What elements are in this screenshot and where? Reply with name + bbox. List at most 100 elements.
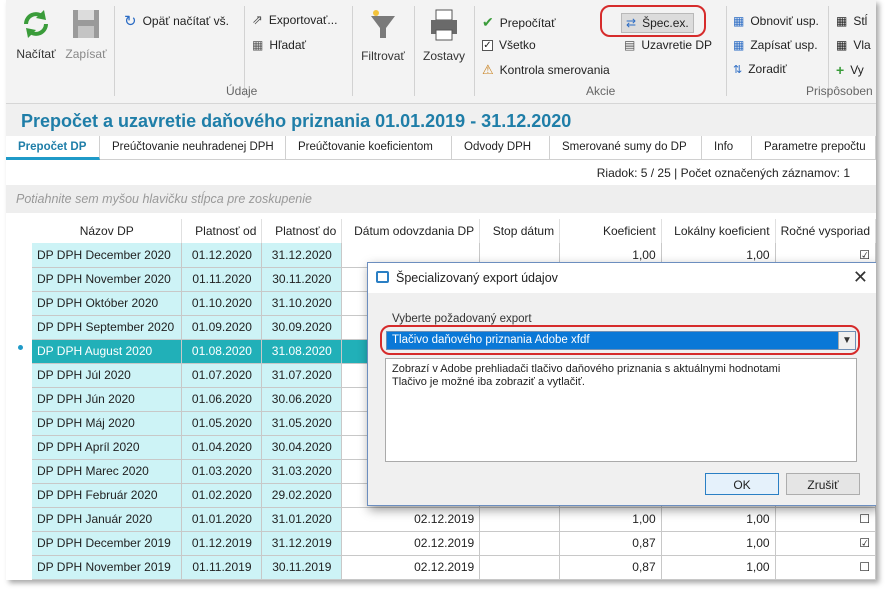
cell-name: DP DPH Júl 2020: [32, 363, 183, 388]
cell-submitted: 02.12.2019: [341, 507, 481, 532]
properties-button[interactable]: ▦ Vla: [836, 38, 871, 52]
cell-from: 01.06.2020: [181, 387, 263, 412]
separator: [244, 6, 245, 96]
tab-bar: Prepočet DP Preúčtovanie neuhradenej DPH…: [6, 136, 876, 160]
group-customize-label: Prispôsoben: [806, 84, 873, 98]
table-row[interactable]: DP DPH December 2019 01.12.2019 31.12.2019…: [32, 531, 876, 556]
load-button[interactable]: Načítať: [12, 8, 60, 61]
col-header-stop[interactable]: Stop dátum: [479, 219, 561, 243]
search-label: Hľadať: [269, 38, 307, 52]
cell-annual[interactable]: ☐: [775, 507, 876, 532]
checkbox-icon: ✓: [482, 39, 493, 51]
close-dp-label: Uzavretie DP: [641, 38, 713, 52]
cell-annual[interactable]: ☑: [775, 531, 876, 556]
layout-save-icon: ▦: [733, 38, 745, 52]
refresh-layout-label: Obnoviť usp.: [750, 14, 819, 28]
col-header-from[interactable]: Platnosť od: [181, 219, 263, 243]
table-row[interactable]: DP DPH November 2019 01.11.2019 30.11.2019…: [32, 555, 876, 580]
separator: [474, 6, 475, 96]
tab-parametre[interactable]: Parametre prepočtu: [752, 136, 876, 160]
reload-all-label: Opäť načítať vš.: [142, 14, 229, 28]
cell-to: 31.12.2020: [261, 243, 343, 268]
close-dp-button[interactable]: ▤ Uzavretie DP: [624, 38, 712, 52]
dialog-titlebar: Špecializovaný export údajov ✕: [368, 263, 876, 293]
cell-from: 01.04.2020: [181, 435, 263, 460]
add-button[interactable]: + Vy: [836, 62, 864, 78]
load-label: Načítať: [16, 47, 56, 61]
cell-from: 01.12.2020: [181, 243, 263, 268]
cell-name: DP DPH Máj 2020: [32, 411, 183, 436]
properties-icon: ▦: [836, 38, 848, 52]
tab-info[interactable]: Info: [702, 136, 752, 160]
col-header-name[interactable]: Názov DP: [32, 219, 183, 243]
col-header-annual[interactable]: Ročné vysporiad: [775, 219, 876, 243]
save-button[interactable]: Zapísať: [64, 8, 108, 61]
tab-odvody-dph[interactable]: Odvody DPH: [452, 136, 550, 160]
cell-name: DP DPH August 2020: [32, 339, 183, 364]
filter-icon: [371, 10, 395, 38]
refresh-layout-button[interactable]: ▦ Obnoviť usp.: [733, 14, 819, 28]
cell-annual[interactable]: ☐: [775, 555, 876, 580]
separator: [726, 6, 727, 96]
cell-name: DP DPH Október 2020: [32, 291, 183, 316]
write-layout-button[interactable]: ▦ Zapísať usp.: [733, 38, 818, 52]
cell-from: 01.08.2020: [181, 339, 263, 364]
cell-from: 01.10.2020: [181, 291, 263, 316]
cell-name: DP DPH September 2020: [32, 315, 183, 340]
cell-stop: [479, 555, 561, 580]
cell-name: DP DPH Jún 2020: [32, 387, 183, 412]
properties-label: Vla: [853, 38, 871, 52]
routing-check-button[interactable]: ⚠ Kontrola smerovania: [482, 62, 610, 78]
save-label: Zapísať: [65, 47, 107, 61]
cell-local-coef: 1,00: [661, 507, 776, 532]
cell-from: 01.09.2020: [181, 315, 263, 340]
all-label: Všetko: [499, 38, 536, 52]
separator: [114, 6, 115, 96]
grid-header: Názov DP Platnosť od Platnosť do Dátum o…: [32, 219, 876, 243]
cell-name: DP DPH November 2020: [32, 267, 183, 292]
window-icon: [376, 271, 389, 283]
tab-koeficient[interactable]: Preúčtovanie koeficientom: [286, 136, 452, 160]
ok-button[interactable]: OK: [705, 473, 779, 495]
ribbon: Načítať Zapísať ↻ Opäť načítať vš. ⇗ Exp…: [6, 0, 876, 104]
columns-button[interactable]: ▦ Stĺ: [836, 14, 867, 28]
sort-button[interactable]: ⇅ Zoradiť: [733, 62, 787, 76]
app-window: Načítať Zapísať ↻ Opäť načítať vš. ⇗ Exp…: [6, 0, 876, 580]
search-button[interactable]: ▦ Hľadať: [252, 38, 306, 52]
reload-all-button[interactable]: ↻ Opäť načítať vš.: [124, 12, 229, 30]
export-button[interactable]: ⇗ Exportovať...: [252, 12, 337, 28]
cell-stop: [479, 531, 561, 556]
group-panel-hint[interactable]: Potiahnite sem myšou hlavičku stĺpca pre…: [6, 185, 876, 213]
cell-name: DP DPH Apríl 2020: [32, 435, 183, 460]
cell-name: DP DPH Február 2020: [32, 483, 183, 508]
cell-coef: 0,87: [559, 531, 662, 556]
filter-button[interactable]: Filtrovať: [358, 8, 408, 63]
cell-to: 29.02.2020: [261, 483, 343, 508]
recalc-button[interactable]: ✔ Prepočítať: [482, 14, 556, 31]
dialog-title: Špecializovaný export údajov: [396, 271, 558, 285]
cell-stop: [479, 507, 561, 532]
col-header-coef[interactable]: Koeficient: [559, 219, 662, 243]
cell-to: 30.11.2019: [261, 555, 343, 580]
cell-from: 01.03.2020: [181, 459, 263, 484]
tab-prepocet-dp[interactable]: Prepočet DP: [6, 136, 100, 160]
all-checkbox[interactable]: ✓ Všetko: [482, 38, 536, 52]
sort-icon: ⇅: [733, 63, 743, 76]
col-header-submitted[interactable]: Dátum odovzdania DP: [341, 219, 481, 243]
columns-label: Stĺ: [853, 14, 868, 28]
routing-check-label: Kontrola smerovania: [499, 63, 610, 77]
tab-smerovane-sumy[interactable]: Smerované sumy do DP: [550, 136, 702, 160]
close-icon[interactable]: ✕: [853, 267, 868, 288]
check-icon: ✔: [482, 14, 494, 30]
reports-button[interactable]: Zostavy: [420, 8, 468, 63]
routing-icon: ⚠: [482, 62, 494, 77]
group-actions-label: Akcie: [586, 84, 616, 98]
recalc-label: Prepočítať: [499, 15, 556, 30]
col-header-to[interactable]: Platnosť do: [261, 219, 343, 243]
table-row[interactable]: DP DPH Január 2020 01.01.2020 31.01.2020 02…: [32, 507, 876, 532]
separator: [352, 6, 353, 96]
tab-neuhradena-dph[interactable]: Preúčtovanie neuhradenej DPH: [100, 136, 286, 160]
col-header-local-coef[interactable]: Lokálny koeficient: [661, 219, 776, 243]
sort-label: Zoradiť: [748, 62, 787, 76]
cancel-button[interactable]: Zrušiť: [786, 473, 860, 495]
